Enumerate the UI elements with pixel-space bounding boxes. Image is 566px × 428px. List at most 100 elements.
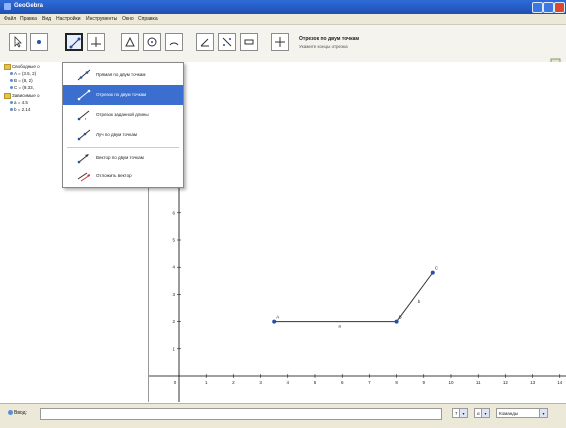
tool-segment[interactable]: [65, 33, 83, 51]
segment-length-icon: r: [77, 110, 90, 121]
algebra-item-c[interactable]: C = (9.33,: [10, 85, 34, 90]
x-tick-label: 14: [557, 380, 563, 385]
point-label-B: B: [399, 315, 402, 320]
input-bar: Ввод: 7 ▾ α ▾ Команды ▾: [0, 403, 566, 423]
x-tick-label: 0: [174, 380, 177, 385]
segment-icon: [69, 37, 81, 49]
perpendicular-icon: [91, 37, 101, 47]
tool-move-view[interactable]: [271, 33, 289, 51]
title-bar: GeoGebra: [0, 0, 566, 14]
segment-label-a: a: [338, 324, 341, 329]
tool-angle[interactable]: [196, 33, 214, 51]
active-tool-description: Отрезок по двум точкам Укажите концы отр…: [299, 36, 359, 49]
x-tick-label: 9: [423, 380, 426, 385]
symbol-select[interactable]: α ▾: [474, 408, 490, 418]
coordinate-plane[interactable]: 0123456789101112131412345678abABC: [149, 62, 566, 402]
svg-text:r: r: [85, 116, 87, 121]
input-help-button[interactable]: Ввод:: [8, 410, 27, 416]
x-tick-label: 6: [341, 380, 344, 385]
help-icon: [8, 410, 13, 416]
tool-perpendicular[interactable]: [87, 33, 105, 51]
menu-file[interactable]: Файл: [4, 16, 16, 22]
menu-tools[interactable]: Инструменты: [86, 16, 117, 22]
slider-icon: [244, 39, 254, 45]
dropdown-item-vector[interactable]: Вектор по двум точкам: [63, 148, 183, 168]
dropdown-item-line[interactable]: Прямая по двум точкам: [63, 65, 183, 85]
folder-icon: [4, 64, 11, 70]
x-tick-label: 13: [530, 380, 536, 385]
y-tick-label: 4: [172, 265, 175, 270]
x-tick-label: 3: [259, 380, 262, 385]
x-tick-label: 4: [287, 380, 290, 385]
folder-icon: [4, 93, 11, 99]
reflect-icon: [222, 37, 232, 47]
x-tick-label: 7: [368, 380, 371, 385]
pointer-icon: [14, 36, 22, 48]
arc-icon: [169, 42, 179, 46]
x-tick-label: 2: [232, 380, 235, 385]
y-tick-label: 2: [172, 319, 175, 324]
status-bar: [0, 422, 566, 428]
algebra-item-seg-a[interactable]: a = 4.5: [10, 100, 28, 105]
vector-icon: [77, 154, 89, 164]
dropdown-item-vector-from-point[interactable]: Отложить вектор: [63, 166, 183, 186]
dropdown-item-ray[interactable]: Луч по двум точкам: [63, 125, 183, 145]
y-tick-label: 6: [172, 210, 175, 215]
maximize-button[interactable]: [543, 2, 554, 13]
vector-from-point-icon: [77, 172, 91, 182]
dropdown-item-segment[interactable]: Отрезок по двум точкам: [63, 85, 183, 105]
free-objects-header[interactable]: Свободные о: [4, 64, 40, 70]
point-label-A: A: [276, 315, 279, 320]
menu-settings[interactable]: Настройки: [56, 16, 81, 22]
chevron-down-icon: ▾: [459, 409, 467, 417]
font-size-select[interactable]: 7 ▾: [452, 408, 468, 418]
active-tool-name: Отрезок по двум точкам: [299, 36, 360, 42]
segment-tool-dropdown: Прямая по двум точкам Отрезок по двум то…: [62, 62, 184, 188]
active-tool-hint: Укажите концы отрезка: [299, 44, 348, 49]
algebra-item-a[interactable]: A = (3.5, 2): [10, 71, 36, 76]
tool-slider[interactable]: [240, 33, 258, 51]
segment-dot-icon: [10, 108, 13, 112]
chevron-down-icon: ▾: [481, 409, 489, 417]
point-C[interactable]: [430, 270, 435, 275]
point-label-C: C: [435, 266, 439, 271]
menu-view[interactable]: Вид: [42, 16, 51, 22]
algebra-item-b[interactable]: B = (8, 2): [10, 78, 33, 83]
angle-icon: [200, 38, 209, 47]
tool-circle[interactable]: [143, 33, 161, 51]
dropdown-item-segment-length[interactable]: r Отрезок заданной длины: [63, 105, 183, 125]
y-tick-label: 1: [172, 346, 175, 351]
segment-icon: [77, 89, 91, 101]
chevron-down-icon: ▾: [539, 409, 547, 417]
line-icon: [77, 69, 91, 81]
menu-window[interactable]: Окно: [122, 16, 134, 22]
tool-move[interactable]: [9, 33, 27, 51]
move-view-icon: [275, 37, 285, 47]
minimize-button[interactable]: [532, 2, 543, 13]
tool-reflect[interactable]: [218, 33, 236, 51]
x-tick-label: 5: [314, 380, 317, 385]
dependent-objects-header[interactable]: Зависимые о: [4, 93, 39, 99]
point-icon: [37, 40, 41, 44]
menu-bar: Файл Правка Вид Настройки Инструменты Ок…: [0, 14, 566, 25]
point-B[interactable]: [394, 319, 399, 324]
algebra-item-seg-b[interactable]: b = 2.14: [10, 107, 30, 112]
circle-icon: [147, 37, 157, 47]
point-A[interactable]: [272, 319, 277, 324]
menu-help[interactable]: Справка: [138, 16, 158, 22]
segment-b[interactable]: [396, 272, 434, 322]
y-tick-label: 3: [172, 292, 175, 297]
x-tick-label: 12: [503, 380, 509, 385]
menu-edit[interactable]: Правка: [20, 16, 37, 22]
point-icon: [10, 79, 13, 83]
tool-point[interactable]: [30, 33, 48, 51]
tool-arc[interactable]: [165, 33, 183, 51]
input-field[interactable]: [40, 408, 442, 420]
x-tick-label: 10: [448, 380, 454, 385]
command-select[interactable]: Команды ▾: [496, 408, 548, 418]
x-tick-label: 1: [205, 380, 208, 385]
tool-polygon[interactable]: [121, 33, 139, 51]
graphics-view[interactable]: 0123456789101112131412345678abABC: [149, 62, 566, 402]
close-button[interactable]: [554, 2, 565, 13]
app-icon: [4, 3, 11, 10]
